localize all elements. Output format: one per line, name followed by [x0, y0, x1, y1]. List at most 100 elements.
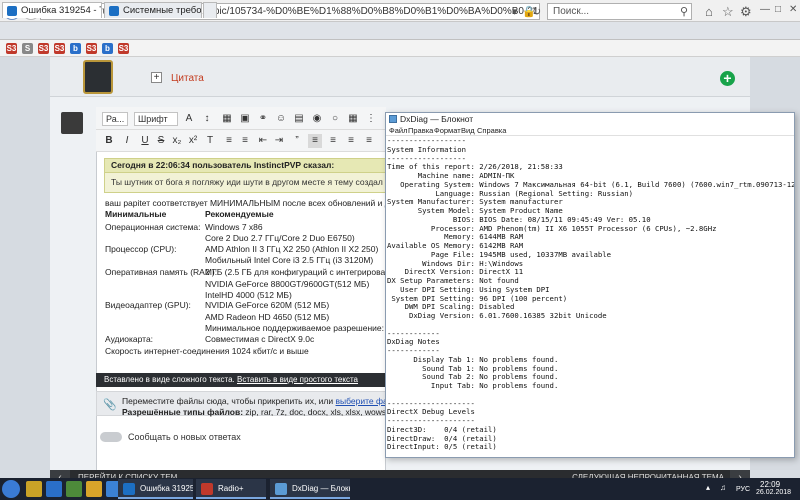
media-icon[interactable]: ○	[328, 112, 342, 126]
new-tab-button[interactable]	[203, 2, 217, 18]
align-left-icon[interactable]: ≡	[308, 134, 322, 148]
favorite-icon[interactable]: S3	[118, 43, 129, 54]
internet-speed-text: Скорость интернет-соединения 1024 кбит/с…	[105, 346, 309, 356]
tab-strip	[0, 22, 800, 40]
search-input[interactable]: Поиск...	[547, 3, 692, 20]
col-header-rec: Рекомендуемые	[205, 209, 274, 219]
media-icon[interactable]	[66, 481, 82, 497]
underline-icon[interactable]: U	[138, 134, 152, 148]
row-value: IntelHD 4000 (512 МБ)	[205, 290, 292, 300]
close-icon[interactable]: ✕	[789, 4, 797, 15]
table-icon[interactable]: ▦	[220, 112, 234, 126]
explorer-icon[interactable]	[26, 481, 42, 497]
multiquote-plus-icon[interactable]: +	[151, 72, 162, 83]
favorites-star-icon[interactable]: ☆	[722, 4, 734, 20]
task-browser[interactable]: Ошибка 319254 - Те...	[118, 479, 193, 499]
quote-header: Сегодня в 22:06:34 пользователь Instinct…	[104, 158, 386, 173]
task-notepad[interactable]: DxDiag — Блокнот	[270, 479, 350, 499]
quote-link[interactable]: Цитата	[171, 73, 204, 84]
tab-error-topic[interactable]: Ошибка 319254 - Техничес...	[2, 2, 102, 18]
strikethrough-icon[interactable]: S	[154, 134, 168, 148]
italic-icon[interactable]: I	[120, 134, 134, 148]
favorite-icon[interactable]: S3	[38, 43, 49, 54]
menu-help[interactable]: Справка	[477, 125, 506, 136]
speaker-icon[interactable]: ♫	[720, 483, 726, 492]
text-size-icon[interactable]: ↕	[200, 112, 214, 126]
search-icon[interactable]: ⚲	[680, 5, 688, 18]
align-justify-icon[interactable]: ≡	[362, 134, 376, 148]
font-family-dropdown[interactable]: Шрифт	[134, 112, 178, 126]
favorite-icon[interactable]: b	[102, 43, 113, 54]
refresh-icon[interactable]: ↻	[532, 5, 541, 18]
paste-notice-text: Вставлено в виде сложного текста.	[104, 375, 235, 384]
indent-icon[interactable]: ⇥	[272, 134, 286, 148]
paste-plain-link[interactable]: Вставить в виде простого текста	[237, 375, 358, 384]
favorite-icon[interactable]: S	[22, 43, 33, 54]
link-icon[interactable]: ⚭	[256, 112, 270, 126]
row-value: Windows 7 x86	[205, 222, 263, 232]
quote-body: Ты шутник от бога я погляжу иди шути в д…	[104, 173, 386, 193]
task-radio[interactable]: Radio+	[196, 479, 266, 499]
favorite-icon[interactable]: S3	[54, 43, 65, 54]
notepad-text-area[interactable]: ------------------ System Information ----…	[386, 137, 794, 457]
source-icon[interactable]: ▦	[346, 112, 360, 126]
menu-view[interactable]: Вид	[461, 125, 475, 136]
bullet-list-icon[interactable]: ≡	[222, 134, 236, 148]
menu-format[interactable]: Формат	[434, 125, 461, 136]
spoiler-eye-icon[interactable]: ◉	[310, 112, 324, 126]
favorite-icon[interactable]: S3	[6, 43, 17, 54]
favorite-icon[interactable]: S3	[86, 43, 97, 54]
tab-favicon-icon	[109, 6, 119, 16]
row-label-audio: Аудиокарта:	[105, 334, 154, 344]
bold-icon[interactable]: B	[102, 134, 116, 148]
start-button[interactable]	[2, 480, 20, 498]
menu-edit[interactable]: Правка	[408, 125, 433, 136]
row-label-ram: Оперативная память (RAM):	[105, 267, 218, 277]
radio-task-icon	[201, 483, 213, 495]
clear-format-icon[interactable]: T	[203, 134, 217, 148]
tray-expand-icon[interactable]: ▴	[706, 483, 710, 492]
ie-icon[interactable]	[46, 481, 62, 497]
row-value: Совместимая с DirectX 9.0c	[205, 334, 315, 344]
home-icon[interactable]: ⌂	[705, 4, 713, 19]
paste-notice-bar: Вставлено в виде сложного текста. Встави…	[96, 373, 386, 387]
search-dropdown-icon[interactable]: ▾	[512, 5, 518, 18]
code-icon[interactable]: ▤	[292, 112, 306, 126]
more-icon[interactable]: ⋮	[364, 112, 378, 126]
notepad-icon	[389, 115, 397, 123]
favorite-icon[interactable]: b	[70, 43, 81, 54]
row-value: NVIDIA GeForce 8800GT/9600GT(512 МБ)	[205, 279, 370, 289]
align-center-icon[interactable]: ≡	[326, 134, 340, 148]
menu-file[interactable]: Файл	[389, 125, 407, 136]
gear-icon[interactable]: ⚙	[740, 4, 752, 20]
align-right-icon[interactable]: ≡	[344, 134, 358, 148]
notepad-task-icon	[275, 483, 287, 495]
subscript-icon[interactable]: x₂	[170, 134, 184, 148]
notify-toggle[interactable]	[100, 432, 122, 442]
text-color-icon[interactable]: A	[182, 112, 196, 126]
browser-task-icon	[123, 483, 135, 495]
paragraph-format-dropdown[interactable]: Ра...	[102, 112, 128, 126]
clock-time[interactable]: 22:09	[760, 480, 780, 489]
outdent-icon[interactable]: ⇤	[256, 134, 270, 148]
clock-date[interactable]: 26.02.2018	[756, 489, 791, 496]
emoji-icon[interactable]: ☺	[274, 112, 288, 126]
row-value: AMD Athlon II 3 ГГц X2 250 (Athlon II X2…	[205, 244, 379, 254]
notepad-line: DirectInput: 0/5 (retail)	[387, 442, 497, 452]
row-value: Core 2 Duo 2.7 ГГц/Core 2 Duo E6750)	[205, 233, 355, 243]
input-language[interactable]: РУС	[736, 486, 750, 493]
notepad-line: DxDiag Notes	[387, 337, 440, 347]
blockquote-icon[interactable]: ”	[290, 134, 304, 148]
numbered-list-icon[interactable]: ≡	[238, 134, 252, 148]
user-avatar	[61, 112, 83, 134]
maximize-icon[interactable]: □	[775, 4, 781, 15]
notepad-line	[386, 321, 794, 330]
tab-system-requirements[interactable]: Системные требования | Wor...	[104, 2, 202, 18]
folder-icon[interactable]	[86, 481, 102, 497]
image-icon[interactable]: ▣	[238, 112, 252, 126]
row-label-gpu: Видеоадаптер (GPU):	[105, 300, 191, 310]
notify-label: Сообщать о новых ответах	[128, 432, 241, 442]
add-reply-button[interactable]: +	[720, 71, 735, 86]
superscript-icon[interactable]: x²	[186, 134, 200, 148]
minimize-icon[interactable]: —	[760, 4, 770, 15]
